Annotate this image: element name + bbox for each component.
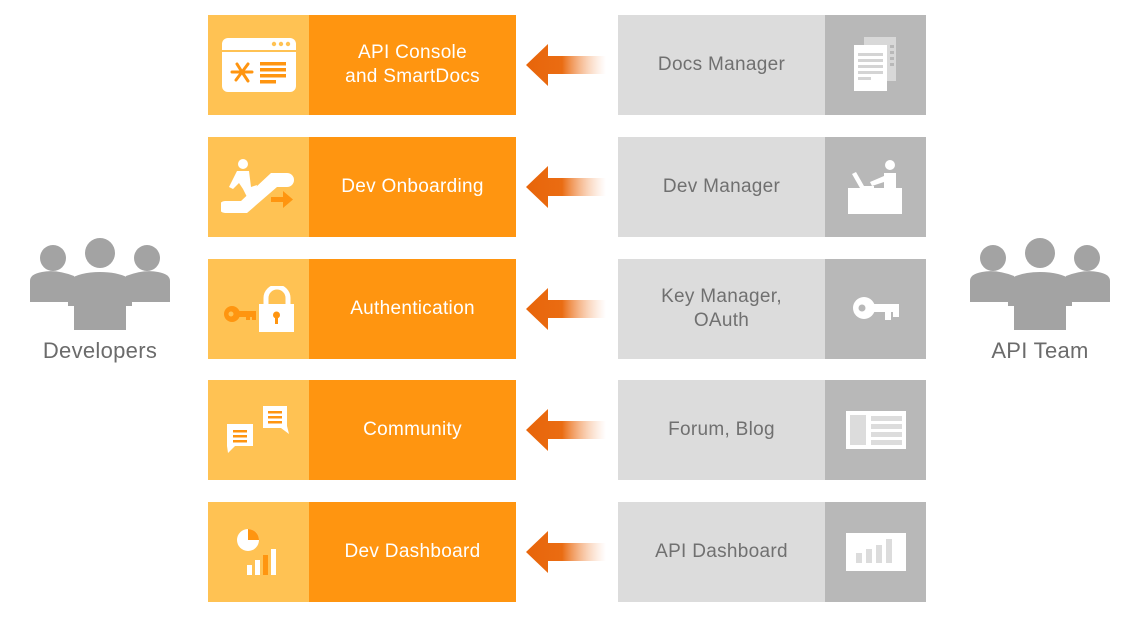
article-layout-icon	[845, 411, 906, 449]
arrow-left-icon	[526, 288, 606, 330]
arrow-left-icon	[526, 409, 606, 451]
team-icon-box	[825, 380, 926, 480]
feature-row-community: Community Forum, Blog	[208, 380, 926, 480]
feature-row-authentication: Authentication Key Manager, OAuth	[208, 259, 926, 359]
team-tool-box: API Dashboard	[618, 502, 926, 602]
developer-icon-box	[208, 15, 309, 115]
arrow-left-icon	[526, 166, 606, 208]
team-tool-label: Forum, Blog	[668, 419, 775, 440]
feature-row-api-console: API Console and SmartDocs Docs Manager	[208, 15, 926, 115]
developer-feature-box: Dev Dashboard	[208, 502, 516, 602]
browser-console-icon	[221, 38, 296, 92]
developer-feature-box: Authentication	[208, 259, 516, 359]
people-group-icon	[970, 238, 1110, 330]
developer-feature-label: Dev Onboarding	[341, 176, 484, 197]
team-tool-box: Docs Manager	[618, 15, 926, 115]
api-team-label: API Team	[991, 338, 1089, 363]
team-tool-box: Dev Manager	[618, 137, 926, 237]
key-icon	[852, 297, 899, 320]
developer-feature-label: API Console and SmartDocs	[345, 42, 480, 87]
team-icon-box	[825, 259, 926, 359]
arrow-left-icon	[526, 44, 606, 86]
team-tool-label: Dev Manager	[662, 176, 781, 197]
team-icon-box	[825, 15, 926, 115]
developer-icon-box	[208, 137, 309, 237]
arrow-left-icon	[526, 531, 606, 573]
team-tool-label: Key Manager, OAuth	[661, 286, 782, 331]
team-icon-box	[825, 137, 926, 237]
person-at-desk-icon	[847, 160, 902, 214]
developer-feature-label: Community	[363, 419, 462, 440]
developer-feature-box: Community	[208, 380, 516, 480]
developer-icon-box	[208, 380, 309, 480]
feature-row-dev-onboarding: Dev Onboarding Dev Manager	[208, 137, 926, 237]
key-lock-icon	[223, 286, 294, 332]
developers-group: Developers	[20, 238, 180, 364]
developer-feature-label: Dev Dashboard	[344, 541, 481, 562]
developer-feature-box: Dev Onboarding	[208, 137, 516, 237]
developer-feature-label: Authentication	[350, 298, 475, 319]
team-tool-box: Key Manager, OAuth	[618, 259, 926, 359]
pie-bar-chart-icon	[236, 529, 276, 575]
team-tool-label: API Dashboard	[655, 541, 788, 562]
feature-row-dev-dashboard: Dev Dashboard API Dashboard	[208, 502, 926, 602]
documents-icon	[853, 37, 896, 91]
api-team-group: API Team	[960, 238, 1120, 364]
developers-label: Developers	[42, 338, 158, 363]
bar-chart-icon	[845, 533, 906, 571]
developer-icon-box	[208, 259, 309, 359]
team-icon-box	[825, 502, 926, 602]
people-group-icon	[30, 238, 170, 330]
developer-feature-box: API Console and SmartDocs	[208, 15, 516, 115]
developer-icon-box	[208, 502, 309, 602]
chat-bubbles-icon	[226, 406, 289, 453]
escalator-icon	[220, 159, 294, 213]
team-tool-box: Forum, Blog	[618, 380, 926, 480]
team-tool-label: Docs Manager	[657, 54, 786, 75]
